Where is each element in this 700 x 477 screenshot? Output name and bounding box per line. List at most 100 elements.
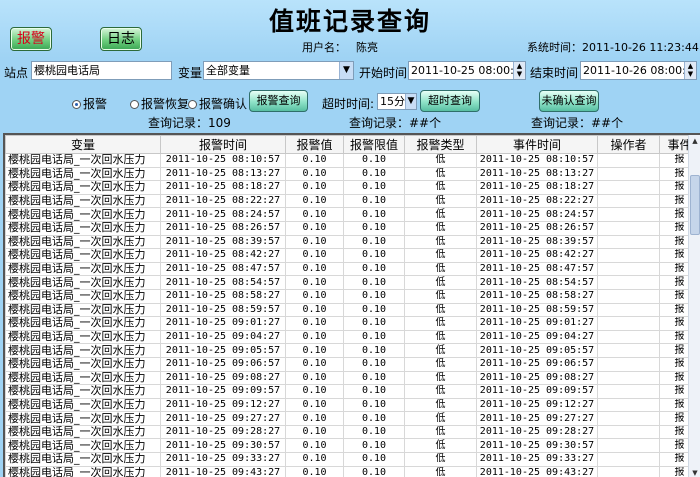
scrollbar-thumb[interactable] (690, 175, 700, 235)
table-cell: 0.10 (285, 384, 344, 399)
station-input[interactable]: 樱桃园电话局 (31, 61, 172, 80)
timeout-query-button[interactable]: 超时查询 (420, 90, 480, 112)
radio-alarm[interactable]: 报警 (72, 95, 107, 112)
chevron-down-icon[interactable]: ▼ (339, 62, 353, 79)
log-nav-button[interactable]: 日志 (100, 27, 142, 51)
table-cell: 2011-10-25 09:01:27 (476, 316, 598, 331)
table-cell: 樱桃园电话局_一次回水压力 (5, 424, 161, 440)
table-cell (597, 397, 660, 413)
end-time-picker[interactable]: 2011-10-26 08:00:00 ▲ ▼ (580, 61, 697, 80)
table-row[interactable]: 樱桃园电话局_一次回水压力 2011-10-25 09:01:27 0.10 0.10… (5, 316, 700, 331)
table-row[interactable]: 樱桃园电话局_一次回水压力 2011-10-25 09:27:27 0.10 0.10… (5, 411, 700, 426)
chevron-down-icon[interactable]: ▼ (405, 94, 416, 109)
table-cell: 低 (404, 465, 477, 477)
table-row[interactable]: 樱桃园电话局_一次回水压力 2011-10-25 08:22:27 0.10 0.10… (5, 193, 700, 209)
scroll-up-icon[interactable]: ▲ (689, 135, 700, 147)
variable-select-value: 全部变量 (206, 64, 250, 77)
table-cell (597, 424, 660, 440)
table-cell: 樱桃园电话局_一次回水压力 (5, 234, 161, 250)
scroll-down-icon[interactable]: ▼ (689, 467, 700, 477)
table-row[interactable]: 樱桃园电话局_一次回水压力 2011-10-25 09:09:57 0.10 0.10… (5, 384, 700, 399)
table-cell: 樱桃园电话局_一次回水压力 (5, 343, 161, 358)
table-row[interactable]: 樱桃园电话局_一次回水压力 2011-10-25 09:04:27 0.10 0.10… (5, 329, 700, 345)
table-cell: 低 (404, 370, 477, 386)
alarm-nav-button[interactable]: 报警 (10, 27, 52, 51)
radio-unselected-icon (130, 100, 139, 109)
table-row[interactable]: 樱桃园电话局_一次回水压力 2011-10-25 08:26:57 0.10 0.10… (5, 220, 700, 236)
table-cell: 0.10 (343, 153, 405, 168)
table-cell: 樱桃园电话局_一次回水压力 (5, 288, 161, 304)
table-row[interactable]: 樱桃园电话局_一次回水压力 2011-10-25 09:30:57 0.10 0.10… (5, 438, 700, 454)
table-cell: 2011-10-25 09:12:27 (160, 397, 286, 413)
table-row[interactable]: 樱桃园电话局_一次回水压力 2011-10-25 09:12:27 0.10 0.10… (5, 397, 700, 413)
start-time-picker[interactable]: 2011-10-25 08:00:00 ▲ ▼ (408, 61, 526, 80)
table-cell: 0.10 (343, 261, 405, 277)
table-cell: 0.10 (285, 424, 344, 440)
table-cell: 0.10 (285, 288, 344, 304)
table-row[interactable]: 樱桃园电话局_一次回水压力 2011-10-25 08:39:57 0.10 0.10… (5, 234, 700, 250)
table-row[interactable]: 樱桃园电话局_一次回水压力 2011-10-25 08:42:27 0.10 0.10… (5, 248, 700, 263)
table-row[interactable]: 樱桃园电话局_一次回水压力 2011-10-25 09:05:57 0.10 0.10… (5, 343, 700, 358)
unconfirmed-query-button[interactable]: 未确认查询 (539, 90, 599, 112)
table-cell: 0.10 (343, 275, 405, 290)
table-row[interactable]: 樱桃园电话局_一次回水压力 2011-10-25 09:33:27 0.10 0.10… (5, 452, 700, 467)
table-row[interactable]: 樱桃园电话局_一次回水压力 2011-10-25 08:58:27 0.10 0.10… (5, 288, 700, 304)
table-cell: 樱桃园电话局_一次回水压力 (5, 397, 161, 413)
table-row[interactable]: 樱桃园电话局_一次回水压力 2011-10-25 09:08:27 0.10 0.10… (5, 370, 700, 386)
end-time-spinner-icon[interactable]: ▲ ▼ (684, 62, 696, 79)
table-row[interactable]: 樱桃园电话局_一次回水压力 2011-10-25 09:43:27 0.10 0.10… (5, 465, 700, 477)
table-row[interactable]: 樱桃园电话局_一次回水压力 2011-10-25 09:06:57 0.10 0.10… (5, 356, 700, 372)
table-row[interactable]: 樱桃园电话局_一次回水压力 2011-10-25 08:59:57 0.10 0.10… (5, 302, 700, 318)
alarm-query-button[interactable]: 报警查询 (249, 90, 308, 112)
column-header[interactable]: 事件时间 (476, 135, 598, 154)
vertical-scrollbar[interactable]: ▲ ▼ (688, 135, 700, 477)
table-cell: 樱桃园电话局_一次回水压力 (5, 452, 161, 467)
table-cell: 0.10 (343, 193, 405, 209)
table-cell: 樱桃园电话局_一次回水压力 (5, 248, 161, 263)
table-cell: 樱桃园电话局_一次回水压力 (5, 207, 161, 222)
column-header[interactable]: 变量 (5, 135, 161, 154)
user-label: 用户名： (302, 41, 346, 54)
system-time-label: 系统时间： (527, 41, 582, 54)
table-cell: 2011-10-25 08:24:57 (160, 207, 286, 222)
table-cell (597, 193, 660, 209)
variable-select[interactable]: 全部变量 ▼ (203, 61, 354, 80)
table-cell (597, 316, 660, 331)
table-row[interactable]: 樱桃园电话局_一次回水压力 2011-10-25 08:47:57 0.10 0.10… (5, 261, 700, 277)
start-time-spinner-icon[interactable]: ▲ ▼ (513, 62, 525, 79)
column-header[interactable]: 报警时间 (160, 135, 286, 154)
table-cell: 2011-10-25 08:13:27 (160, 166, 286, 182)
table-cell: 0.10 (285, 193, 344, 209)
table-cell: 0.10 (343, 356, 405, 372)
table-row[interactable]: 樱桃园电话局_一次回水压力 2011-10-25 08:10:57 0.10 0.10… (5, 153, 700, 168)
column-header[interactable]: 操作者 (597, 135, 660, 154)
table-row[interactable]: 樱桃园电话局_一次回水压力 2011-10-25 08:18:27 0.10 0.10… (5, 180, 700, 195)
table-cell: 低 (404, 438, 477, 454)
radio-alarm-confirm[interactable]: 报警确认 (188, 95, 247, 112)
table-cell: 樱桃园电话局_一次回水压力 (5, 370, 161, 386)
table-cell: 2011-10-25 09:30:57 (476, 438, 598, 454)
table-cell: 2011-10-25 09:08:27 (476, 370, 598, 386)
table-cell: 0.10 (343, 384, 405, 399)
column-header[interactable]: 报警值 (285, 135, 344, 154)
timeout-select[interactable]: 15分 ▼ (377, 93, 417, 110)
record-count-timeout: 查询记录：##个 (349, 116, 442, 130)
table-cell: 低 (404, 397, 477, 413)
column-header[interactable]: 报警限值 (343, 135, 405, 154)
table-cell: 低 (404, 302, 477, 318)
table-cell: 0.10 (285, 153, 344, 168)
table-body: 樱桃园电话局_一次回水压力 2011-10-25 08:10:57 0.10 0.10… (5, 153, 700, 477)
table-row[interactable]: 樱桃园电话局_一次回水压力 2011-10-25 09:28:27 0.10 0.10… (5, 424, 700, 440)
radio-alarm-recover[interactable]: 报警恢复 (130, 95, 189, 112)
system-time-value: 2011-10-26 11:23:44 (582, 41, 699, 54)
system-time: 系统时间：2011-10-26 11:23:44 (527, 39, 699, 55)
table-row[interactable]: 樱桃园电话局_一次回水压力 2011-10-25 08:54:57 0.10 0.10… (5, 275, 700, 290)
table-row[interactable]: 樱桃园电话局_一次回水压力 2011-10-25 08:13:27 0.10 0.10… (5, 166, 700, 182)
table-row[interactable]: 樱桃园电话局_一次回水压力 2011-10-25 08:24:57 0.10 0.10… (5, 207, 700, 222)
radio-confirm-label: 报警确认 (199, 97, 248, 111)
table-cell: 0.10 (285, 452, 344, 467)
table-cell: 0.10 (343, 316, 405, 331)
table-cell: 2011-10-25 08:10:57 (160, 153, 286, 168)
table-cell: 低 (404, 356, 477, 372)
column-header[interactable]: 报警类型 (404, 135, 477, 154)
